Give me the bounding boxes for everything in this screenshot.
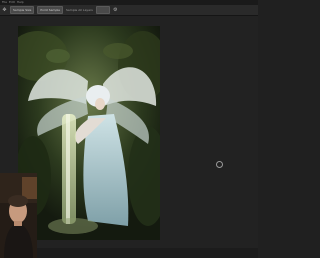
webcam-overlay bbox=[0, 173, 37, 258]
fairy-artwork-image bbox=[18, 26, 160, 240]
sample-value-field[interactable] bbox=[95, 6, 110, 14]
move-tool-icon[interactable]: ✥ bbox=[2, 7, 7, 13]
presenter-video-image bbox=[0, 173, 37, 258]
sample-all-layers-label: Sample All Layers bbox=[66, 8, 93, 12]
brush-cursor bbox=[216, 161, 223, 168]
status-bar bbox=[37, 248, 258, 258]
point-sample-dropdown[interactable]: Point Sample bbox=[37, 6, 64, 14]
brush-settings-icon[interactable]: ⚙ bbox=[113, 7, 118, 13]
canvas-artwork[interactable] bbox=[18, 26, 160, 240]
sample-size-dropdown[interactable]: Sample Size bbox=[10, 6, 35, 14]
options-bar: ✥ Sample Size Point Sample Sample All La… bbox=[0, 5, 258, 16]
